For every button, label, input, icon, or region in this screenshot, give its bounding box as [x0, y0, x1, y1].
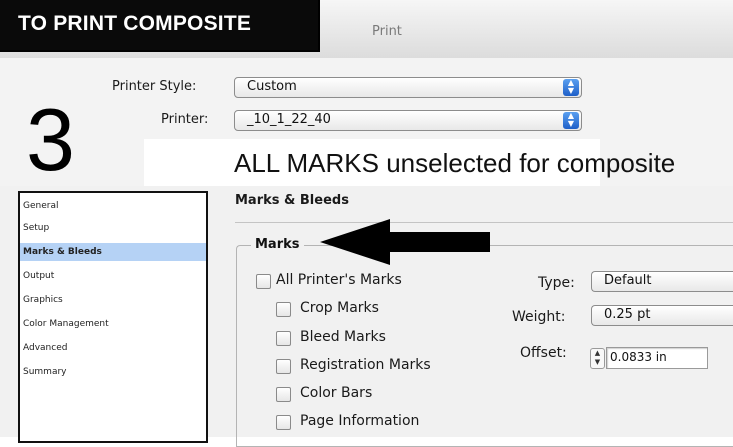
type-label: Type:	[538, 275, 575, 291]
printer-style-popup[interactable]: Custom ▲ ▼	[234, 77, 582, 98]
sidebar-item-graphics[interactable]: Graphics	[20, 291, 206, 309]
page-information-checkbox[interactable]	[276, 415, 291, 430]
sidebar-item-advanced[interactable]: Advanced	[20, 339, 206, 357]
sidebar-item-summary[interactable]: Summary	[20, 363, 206, 381]
registration-marks-checkbox[interactable]	[276, 359, 291, 374]
weight-popup[interactable]: 0.25 pt	[591, 305, 733, 326]
all-printers-marks-label: All Printer's Marks	[276, 272, 402, 288]
printer-value: _10_1_22_40	[247, 112, 331, 127]
color-bars-checkbox[interactable]	[276, 387, 291, 402]
sidebar-item-output[interactable]: Output	[20, 267, 206, 285]
offset-value: 0.0833 in	[610, 350, 667, 364]
pointer-arrow-icon	[320, 219, 490, 265]
popup-arrows-icon: ▲ ▼	[563, 112, 579, 129]
popup-arrows-icon: ▲ ▼	[563, 79, 579, 96]
section-title: Marks & Bleeds	[235, 193, 349, 208]
registration-marks-label: Registration Marks	[300, 357, 431, 373]
print-dialog: Print TO PRINT COMPOSITE Printer Style: …	[0, 0, 733, 447]
page-information-label: Page Information	[300, 413, 420, 429]
window-title: Print	[372, 24, 402, 39]
offset-stepper[interactable]: ▲ ▼	[590, 348, 605, 369]
sidebar-item-color-management[interactable]: Color Management	[20, 315, 206, 333]
type-popup[interactable]: Default	[591, 271, 733, 292]
sidebar-list: General Setup Marks & Bleeds Output Grap…	[18, 191, 208, 443]
offset-field[interactable]: 0.0833 in	[606, 347, 708, 369]
sidebar-item-general[interactable]: General	[20, 197, 206, 215]
printer-popup[interactable]: _10_1_22_40 ▲ ▼	[234, 110, 582, 131]
banner-text: TO PRINT COMPOSITE	[18, 12, 252, 35]
weight-label: Weight:	[512, 309, 566, 325]
printer-style-value: Custom	[247, 79, 297, 94]
sidebar-item-marks-bleeds[interactable]: Marks & Bleeds	[20, 243, 206, 261]
type-value: Default	[604, 273, 652, 288]
weight-value: 0.25 pt	[604, 307, 651, 322]
crop-marks-label: Crop Marks	[300, 300, 379, 316]
printer-label: Printer:	[161, 112, 209, 127]
annotation-text: ALL MARKS unselected for composite	[234, 148, 676, 178]
printer-style-label: Printer Style:	[112, 79, 197, 94]
marks-group-title: Marks	[251, 237, 304, 252]
offset-label: Offset:	[520, 345, 567, 361]
tutorial-banner: TO PRINT COMPOSITE	[0, 0, 320, 52]
crop-marks-checkbox[interactable]	[276, 302, 291, 317]
sidebar-item-setup[interactable]: Setup	[20, 219, 206, 237]
bleed-marks-label: Bleed Marks	[300, 329, 386, 345]
all-printers-marks-checkbox[interactable]	[256, 274, 271, 289]
color-bars-label: Color Bars	[300, 385, 373, 401]
step-number: 3	[26, 90, 75, 189]
bleed-marks-checkbox[interactable]	[276, 331, 291, 346]
